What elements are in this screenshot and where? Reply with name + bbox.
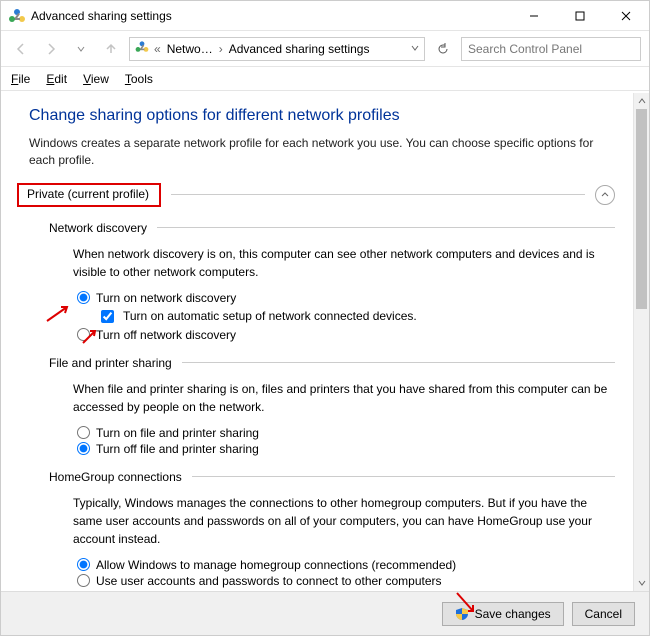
- address-bar[interactable]: « Netwo… › Advanced sharing settings: [129, 37, 425, 61]
- file-printer-desc: When file and printer sharing is on, fil…: [73, 380, 615, 416]
- radio-nd-on-label: Turn on network discovery: [96, 291, 236, 305]
- radio-fp-on-label: Turn on file and printer sharing: [96, 426, 259, 440]
- radio-nd-on[interactable]: [77, 291, 90, 304]
- page-subtitle: Windows creates a separate network profi…: [29, 135, 615, 169]
- menu-tools[interactable]: Tools: [125, 72, 153, 86]
- search-input[interactable]: Search Control Panel: [461, 37, 641, 61]
- file-printer-heading: File and printer sharing: [49, 356, 172, 370]
- content: Change sharing options for different net…: [1, 93, 633, 591]
- section-file-printer: File and printer sharing When file and p…: [49, 356, 615, 456]
- footer: Save changes Cancel: [1, 591, 649, 635]
- save-changes-button[interactable]: Save changes: [442, 602, 564, 626]
- back-button[interactable]: [9, 37, 33, 61]
- radio-nd-off-label: Turn off network discovery: [96, 328, 236, 342]
- section-homegroup: HomeGroup connections Typically, Windows…: [49, 470, 615, 588]
- divider: [171, 194, 585, 195]
- cancel-label: Cancel: [585, 607, 622, 621]
- search-placeholder: Search Control Panel: [468, 42, 582, 56]
- address-icon: [134, 39, 150, 58]
- breadcrumb-sep-icon: «: [154, 42, 161, 56]
- radio-fp-off-label: Turn off file and printer sharing: [96, 442, 259, 456]
- divider: [192, 476, 615, 477]
- maximize-button[interactable]: [557, 1, 603, 31]
- divider: [182, 362, 615, 363]
- breadcrumb-network[interactable]: Netwo…: [165, 42, 215, 56]
- scrollbar[interactable]: [633, 93, 649, 591]
- breadcrumb-current[interactable]: Advanced sharing settings: [227, 42, 372, 56]
- menubar: File Edit View Tools: [1, 67, 649, 91]
- homegroup-desc: Typically, Windows manages the connectio…: [73, 494, 615, 548]
- page-title: Change sharing options for different net…: [29, 107, 615, 125]
- collapse-icon[interactable]: [595, 185, 615, 205]
- file-printer-options: Turn on file and printer sharing Turn of…: [77, 426, 615, 456]
- radio-hg-user[interactable]: [77, 574, 90, 587]
- annotation-arrow-icon: [45, 303, 73, 323]
- profile-label: Private (current profile): [17, 183, 161, 207]
- close-button[interactable]: [603, 1, 649, 31]
- divider: [157, 227, 615, 228]
- forward-button[interactable]: [39, 37, 63, 61]
- cancel-button[interactable]: Cancel: [572, 602, 635, 626]
- checkbox-nd-auto-label: Turn on automatic setup of network conne…: [123, 309, 417, 323]
- navbar: « Netwo… › Advanced sharing settings Sea…: [1, 31, 649, 67]
- titlebar: Advanced sharing settings: [1, 1, 649, 31]
- network-discovery-desc: When network discovery is on, this compu…: [73, 245, 615, 281]
- radio-hg-allow-label: Allow Windows to manage homegroup connec…: [96, 558, 456, 572]
- homegroup-heading: HomeGroup connections: [49, 470, 182, 484]
- network-discovery-options: Turn on network discovery Turn on automa…: [77, 291, 615, 342]
- radio-hg-user-label: Use user accounts and passwords to conne…: [96, 574, 442, 588]
- checkbox-nd-auto[interactable]: [101, 310, 114, 323]
- history-dropdown[interactable]: [69, 37, 93, 61]
- refresh-button[interactable]: [431, 37, 455, 61]
- scrollbar-thumb[interactable]: [636, 109, 647, 309]
- scroll-down-icon[interactable]: [634, 575, 649, 591]
- minimize-button[interactable]: [511, 1, 557, 31]
- homegroup-options: Allow Windows to manage homegroup connec…: [77, 558, 615, 588]
- chevron-right-icon: ›: [219, 42, 223, 56]
- up-button[interactable]: [99, 37, 123, 61]
- section-network-discovery: Network discovery When network discovery…: [49, 221, 615, 342]
- menu-file[interactable]: File: [11, 72, 30, 86]
- radio-nd-off[interactable]: [77, 328, 90, 341]
- radio-hg-allow[interactable]: [77, 558, 90, 571]
- radio-fp-off[interactable]: [77, 442, 90, 455]
- menu-view[interactable]: View: [83, 72, 109, 86]
- menu-edit[interactable]: Edit: [46, 72, 67, 86]
- scroll-up-icon[interactable]: [634, 93, 649, 109]
- window-title: Advanced sharing settings: [31, 9, 172, 23]
- address-dropdown-icon[interactable]: [410, 42, 420, 56]
- save-changes-label: Save changes: [475, 607, 551, 621]
- network-discovery-heading: Network discovery: [49, 221, 147, 235]
- profile-header: Private (current profile): [17, 183, 615, 207]
- radio-fp-on[interactable]: [77, 426, 90, 439]
- shield-icon: [455, 607, 469, 621]
- app-sharing-icon: [9, 8, 25, 24]
